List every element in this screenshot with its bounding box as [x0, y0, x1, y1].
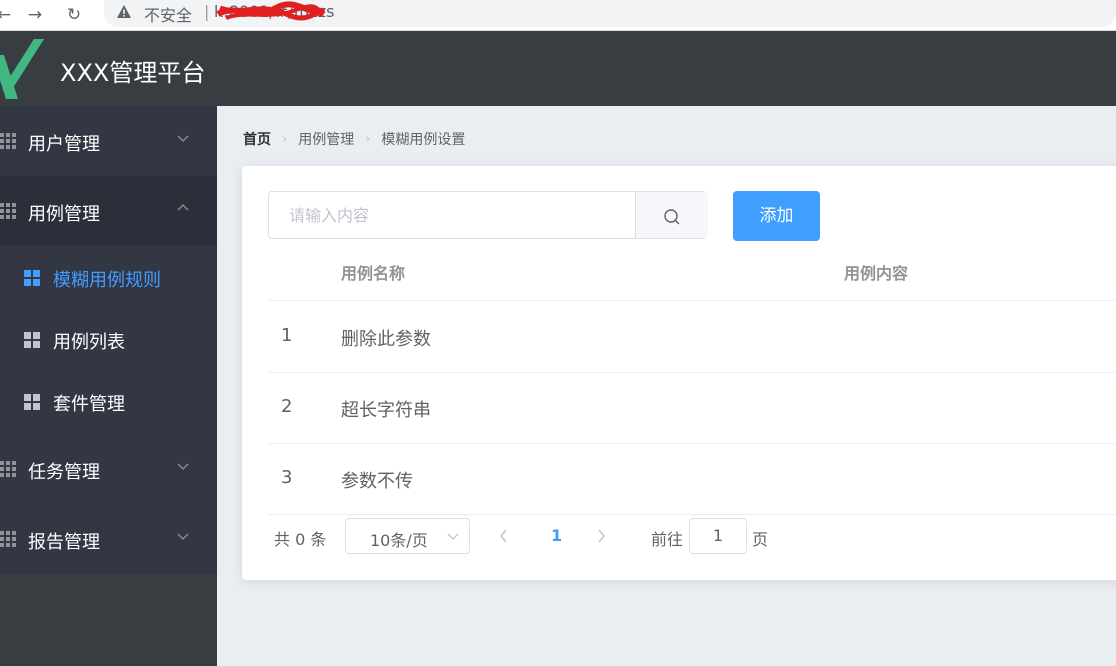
back-arrow-icon[interactable]: ← [0, 5, 14, 25]
breadcrumb: 首页 › 用例管理 › 模糊用例设置 [243, 129, 465, 149]
sidebar-item-label: 用例管理 [28, 204, 100, 225]
sidebar-item-task-management[interactable]: 任务管理 [0, 434, 217, 504]
sidebar-menu: 用户管理 用例管理 模糊用例规则 用例列表 套件管理 任务管理 报告管理 [0, 106, 217, 574]
current-page-number[interactable]: 1 [551, 526, 562, 545]
pagination-total: 共 0 条 [274, 530, 327, 549]
app-title: XXX管理平台 [60, 59, 206, 87]
sidebar-item-case-management[interactable]: 用例管理 [0, 176, 217, 246]
grid-icon [0, 531, 16, 547]
apps-icon [24, 332, 40, 348]
chevron-down-icon [177, 463, 189, 470]
page-size-select[interactable]: 10条/页 [345, 518, 470, 554]
prev-page-icon[interactable] [498, 528, 508, 544]
column-header-name: 用例名称 [341, 264, 406, 283]
chevron-down-icon [177, 135, 189, 142]
table-row[interactable]: 1 删除此参数 [268, 301, 1116, 373]
sidebar-subitem-fuzz-rules[interactable]: 模糊用例规则 [0, 246, 217, 308]
search-input[interactable] [269, 192, 635, 238]
sidebar-subitem-label: 模糊用例规则 [53, 270, 161, 291]
pagination: 共 0 条 10条/页 1 前往 1 页 [274, 518, 834, 554]
breadcrumb-item: 用例管理 [298, 132, 355, 148]
sidebar-subitem-case-list[interactable]: 用例列表 [0, 308, 217, 370]
forward-arrow-icon[interactable]: → [25, 5, 45, 25]
goto-label: 前往 [651, 530, 684, 549]
grid-icon [0, 203, 16, 219]
sidebar-subitem-label: 套件管理 [53, 394, 125, 415]
logo-check-icon [0, 39, 44, 99]
add-button[interactable]: 添加 [733, 191, 820, 241]
redaction-scribble [216, 1, 326, 21]
table-header: 用例名称 用例内容 [268, 242, 1116, 301]
search-icon [664, 209, 680, 225]
search-box [268, 191, 708, 239]
grid-icon [0, 133, 16, 149]
page-suffix-label: 页 [752, 530, 769, 549]
chevron-up-icon [177, 204, 189, 211]
sidebar-subitem-label: 用例列表 [53, 332, 125, 353]
row-index: 1 [281, 325, 293, 346]
sidebar-subitem-suite-management[interactable]: 套件管理 [0, 370, 217, 432]
address-bar[interactable]: 不安全 | k:8001/#/fuzzs [104, 0, 1116, 27]
content-card: 添加 用例名称 用例内容 1 删除此参数 2 超长字符串 3 参数不传 共 0 … [242, 166, 1116, 580]
row-name: 超长字符串 [341, 400, 431, 421]
row-index: 2 [281, 396, 293, 417]
page-size-value: 10条/页 [370, 531, 428, 550]
warning-icon [117, 5, 131, 18]
chevron-right-icon: › [282, 131, 288, 147]
browser-toolbar: ← → ↻ 不安全 | k:8001/#/fuzzs [0, 0, 1116, 31]
security-label: 不安全 [144, 6, 193, 25]
apps-icon [24, 394, 40, 410]
sidebar-item-report-management[interactable]: 报告管理 [0, 504, 217, 574]
goto-page-input[interactable]: 1 [689, 518, 747, 554]
breadcrumb-current: 模糊用例设置 [381, 132, 466, 148]
address-separator: | [204, 2, 210, 21]
sidebar: 用户管理 用例管理 模糊用例规则 用例列表 套件管理 任务管理 报告管理 [0, 106, 217, 666]
sidebar-item-label: 用户管理 [28, 134, 100, 155]
table-row[interactable]: 3 参数不传 [268, 443, 1116, 515]
sidebar-item-label: 任务管理 [28, 462, 100, 483]
chevron-right-icon: › [365, 131, 371, 147]
breadcrumb-home[interactable]: 首页 [243, 129, 271, 149]
chevron-down-icon [177, 533, 189, 540]
row-name: 参数不传 [341, 471, 413, 492]
grid-icon [0, 461, 16, 477]
column-header-content: 用例内容 [844, 264, 909, 283]
reload-icon[interactable]: ↻ [64, 5, 84, 25]
sidebar-item-user-management[interactable]: 用户管理 [0, 106, 217, 176]
row-index: 3 [281, 467, 293, 488]
search-button[interactable] [635, 192, 708, 238]
app-header: XXX管理平台 [0, 31, 1116, 106]
sidebar-item-label: 报告管理 [28, 532, 100, 553]
next-page-icon[interactable] [597, 528, 607, 544]
chevron-down-icon [447, 533, 459, 540]
apps-icon [24, 270, 40, 286]
row-name: 删除此参数 [341, 329, 431, 350]
table-row[interactable]: 2 超长字符串 [268, 372, 1116, 444]
